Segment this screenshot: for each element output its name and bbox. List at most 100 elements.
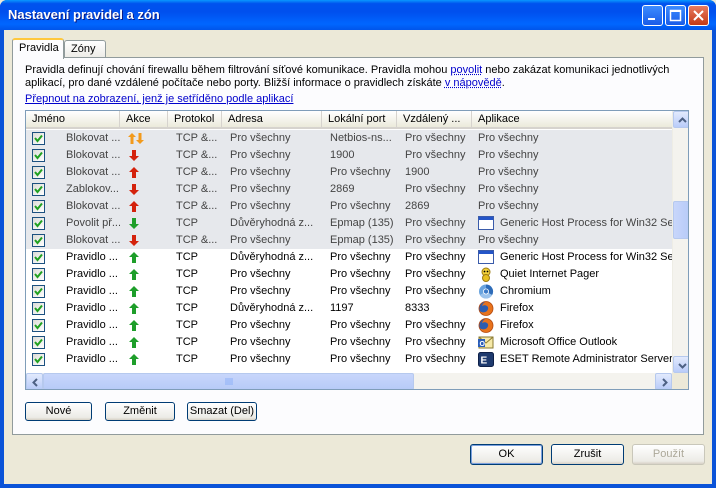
cell-name: Zablokov... [66, 183, 119, 195]
cell-local-port: 2869 [330, 183, 355, 195]
cell-application: Firefox [478, 317, 672, 334]
scroll-left-button[interactable] [26, 373, 43, 389]
table-row[interactable]: Povolit př... TCP Důvěryhodná z... Epmap (1… [26, 215, 672, 232]
cell-address: Pro všechny [230, 132, 291, 144]
table-row[interactable]: Pravidlo ... TCP Pro všechny Pro všechny Pro… [26, 266, 672, 283]
column-header-name[interactable]: Jméno [26, 111, 120, 129]
cell-name: Povolit př... [66, 217, 120, 229]
rule-enabled-checkbox[interactable] [32, 268, 45, 281]
ok-button[interactable]: OK [470, 444, 543, 465]
cell-address: Pro všechny [230, 234, 291, 246]
table-row[interactable]: Blokovat ... TCP &... Pro všechny 1900 Pro v… [26, 147, 672, 164]
switch-view-link[interactable]: Přepnout na zobrazení, jenž je setříděno… [25, 93, 293, 105]
cell-address: Pro všechny [230, 353, 291, 365]
rule-enabled-checkbox[interactable] [32, 319, 45, 332]
title-bar[interactable]: Nastavení pravidel a zón [0, 0, 716, 30]
maximize-button[interactable] [665, 5, 686, 26]
cell-remote-port: Pro všechny [405, 234, 466, 246]
chevron-up-icon [678, 117, 687, 123]
rules-panel: Pravidla definují chování firewallu běhe… [12, 57, 704, 435]
cell-remote-port: Pro všechny [405, 353, 466, 365]
table-row[interactable]: Blokovat ... TCP &... Pro všechny Netbios-n… [26, 130, 672, 147]
svg-text:E: E [481, 356, 488, 367]
close-button[interactable] [688, 5, 709, 26]
rules-table: Jméno Akce Protokol Adresa Lokální port … [25, 110, 689, 390]
table-row[interactable]: Blokovat ... TCP &... Pro všechny Pro všech… [26, 198, 672, 215]
minimize-button[interactable] [642, 5, 663, 26]
column-header-application[interactable]: Aplikace [472, 111, 672, 129]
window-icon [478, 250, 494, 265]
apply-button[interactable]: Použít [632, 444, 705, 465]
cell-remote-port: Pro všechny [405, 251, 466, 263]
allow-link[interactable]: povolit [450, 64, 482, 76]
change-rule-button[interactable]: Změnit [105, 402, 175, 421]
rule-enabled-checkbox[interactable] [32, 183, 45, 196]
column-header-local-port[interactable]: Lokální port [322, 111, 397, 129]
rule-enabled-checkbox[interactable] [32, 285, 45, 298]
table-row[interactable]: Blokovat ... TCP &... Pro všechny Epmap (13… [26, 232, 672, 249]
scroll-right-button[interactable] [655, 373, 672, 389]
cell-name: Blokovat ... [66, 166, 120, 178]
scroll-down-button[interactable] [673, 356, 688, 373]
column-header-remote-port[interactable]: Vzdálený ... [397, 111, 472, 129]
checkmark-icon [34, 270, 43, 279]
cell-name: Pravidlo ... [66, 336, 118, 348]
horizontal-scrollbar[interactable] [26, 373, 672, 389]
tab-zones[interactable]: Zóny [64, 40, 106, 58]
cell-name: Blokovat ... [66, 200, 120, 212]
table-row[interactable]: Blokovat ... TCP &... Pro všechny Pro všech… [26, 164, 672, 181]
description-part: . [501, 77, 505, 89]
application-name: Generic Host Process for Win32 Serv [500, 251, 672, 263]
checkmark-icon [34, 253, 43, 262]
rule-enabled-checkbox[interactable] [32, 353, 45, 366]
cell-name: Blokovat ... [66, 234, 120, 246]
table-row[interactable]: Pravidlo ... TCP Pro všechny Pro všechny Pro… [26, 283, 672, 300]
column-header-address[interactable]: Adresa [222, 111, 322, 129]
checkmark-icon [34, 321, 43, 330]
rule-enabled-checkbox[interactable] [32, 217, 45, 230]
rule-enabled-checkbox[interactable] [32, 251, 45, 264]
rule-enabled-checkbox[interactable] [32, 234, 45, 247]
cell-address: Pro všechny [230, 183, 291, 195]
table-row[interactable]: Pravidlo ... TCP Důvěryhodná z... Pro všech… [26, 249, 672, 266]
scroll-up-button[interactable] [673, 111, 688, 128]
action-arrow-icon [124, 198, 164, 215]
action-arrow-icon [124, 283, 164, 300]
application-name: Generic Host Process for Win32 Serv [500, 217, 672, 229]
minimize-icon [648, 18, 655, 20]
checkmark-icon [34, 287, 43, 296]
eset-icon: E [478, 352, 494, 367]
cell-local-port: 1900 [330, 149, 355, 161]
vertical-scrollbar[interactable] [672, 111, 688, 373]
horizontal-scroll-thumb[interactable] [43, 373, 414, 389]
application-name: Pro všechny [478, 166, 539, 178]
table-row[interactable]: Pravidlo ... TCP Důvěryhodná z... 1197 8333 F… [26, 300, 672, 317]
table-row[interactable]: Pravidlo ... TCP Pro všechny Pro všechny Pro… [26, 351, 672, 368]
new-rule-button[interactable]: Nové [25, 402, 92, 421]
cell-protocol: TCP [176, 285, 198, 297]
action-arrow-icon [124, 249, 164, 266]
vertical-scroll-thumb[interactable] [673, 201, 688, 239]
cancel-button[interactable]: Zrušit [551, 444, 624, 465]
column-header-action[interactable]: Akce [120, 111, 168, 129]
column-header-protocol[interactable]: Protokol [168, 111, 222, 129]
cell-application: Firefox [478, 300, 672, 317]
rule-enabled-checkbox[interactable] [32, 200, 45, 213]
rule-enabled-checkbox[interactable] [32, 132, 45, 145]
delete-rule-button[interactable]: Smazat (Del) [187, 402, 257, 421]
cell-address: Pro všechny [230, 319, 291, 331]
rule-enabled-checkbox[interactable] [32, 302, 45, 315]
table-row[interactable]: Pravidlo ... TCP Pro všechny Pro všechny Pro… [26, 334, 672, 351]
rule-enabled-checkbox[interactable] [32, 336, 45, 349]
outlook-icon: O [478, 335, 494, 350]
cell-remote-port: Pro všechny [405, 132, 466, 144]
rule-enabled-checkbox[interactable] [32, 149, 45, 162]
cell-remote-port: Pro všechny [405, 217, 466, 229]
cell-address: Pro všechny [230, 268, 291, 280]
rule-enabled-checkbox[interactable] [32, 166, 45, 179]
table-row[interactable]: Zablokov... TCP &... Pro všechny 2869 Pro vš… [26, 181, 672, 198]
tab-rules[interactable]: Pravidla [12, 38, 64, 59]
help-link[interactable]: v nápovědě [445, 77, 502, 89]
table-row[interactable]: Pravidlo ... TCP Pro všechny Pro všechny Pro… [26, 317, 672, 334]
cell-remote-port: Pro všechny [405, 149, 466, 161]
